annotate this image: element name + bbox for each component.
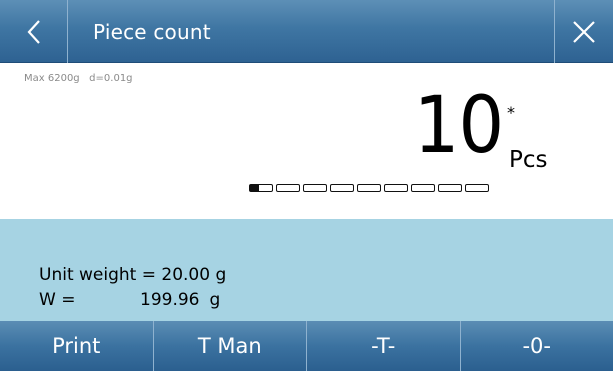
title-bar: Piece count (0, 0, 613, 63)
weight-line: W = 199.96 g (39, 290, 220, 310)
weight-value: 199.96 (140, 290, 200, 310)
capacity-bargraph (249, 184, 489, 192)
chevron-left-icon (27, 19, 40, 44)
bargraph-segment (249, 184, 273, 192)
bargraph-segment (411, 184, 435, 192)
manual-tare-button[interactable]: T Man (154, 321, 307, 371)
close-icon (573, 20, 595, 43)
bargraph-segment (357, 184, 381, 192)
bargraph-segment (438, 184, 462, 192)
close-button[interactable] (554, 0, 613, 63)
bargraph-segment (465, 184, 489, 192)
weight-unit: g (209, 290, 221, 310)
page-title: Piece count (93, 19, 211, 44)
piece-count-reading: 10 (413, 81, 504, 171)
print-button[interactable]: Print (0, 321, 154, 371)
function-key-bar: Print T Man -T- -0- (0, 321, 613, 371)
bargraph-segment (276, 184, 300, 192)
unit-label: Pcs (509, 147, 548, 173)
stability-indicator: * (507, 103, 515, 122)
weight-label: W = (39, 290, 76, 310)
bargraph-segment (303, 184, 327, 192)
unit-weight-value: 20.00 g (161, 265, 227, 285)
zero-button[interactable]: -0- (461, 321, 613, 371)
tare-button[interactable]: -T- (307, 321, 461, 371)
info-panel: Unit weight = 20.00 g W = 199.96 g (0, 219, 613, 321)
back-button[interactable] (0, 0, 68, 63)
unit-weight-label: Unit weight = (39, 265, 162, 285)
bargraph-segment (330, 184, 354, 192)
bargraph-segment (384, 184, 408, 192)
weighing-display: Max 6200g d=0.01g 10 * Pcs (0, 63, 613, 219)
scale-spec: Max 6200g d=0.01g (24, 73, 133, 84)
unit-weight-line: Unit weight = 20.00 g (39, 265, 226, 285)
